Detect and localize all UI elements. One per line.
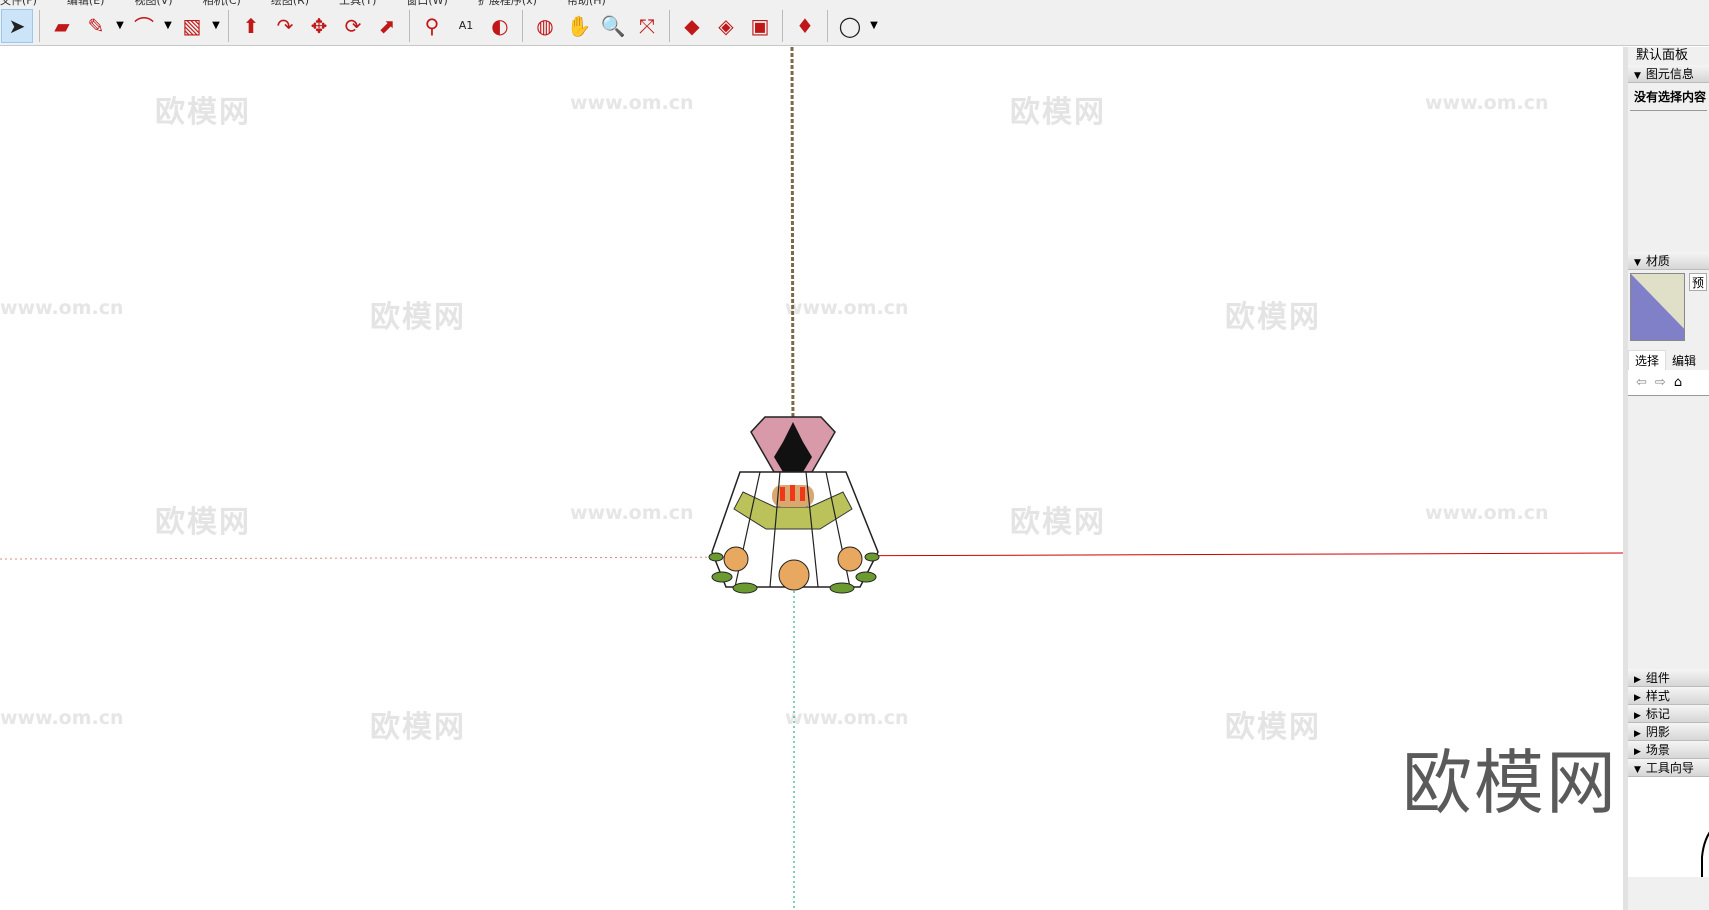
- profile-icon: ◯: [838, 13, 862, 38]
- move-icon: ✥: [310, 13, 328, 38]
- push-pull-tool-button[interactable]: ⬆: [235, 9, 267, 43]
- pan-icon: ✋: [566, 13, 592, 38]
- eraser-tool-button[interactable]: ▰: [46, 9, 78, 43]
- follow-me-tool-button[interactable]: ↷: [269, 9, 301, 43]
- forward-arrow-icon[interactable]: ⇨: [1655, 375, 1666, 390]
- 3d-warehouse-tool-button[interactable]: ◆: [676, 9, 708, 43]
- extension-warehouse-tool-button[interactable]: ◈: [710, 9, 742, 43]
- pencil-icon: ✎: [87, 13, 105, 38]
- instructor-header[interactable]: ▼ 工具向导: [1628, 759, 1709, 777]
- pencil-tool-button[interactable]: ✎: [80, 9, 112, 43]
- section-label: 样式: [1645, 689, 1670, 703]
- extension-warehouse-icon: ◈: [718, 13, 734, 38]
- tray-title: 默认面板: [1628, 47, 1709, 65]
- zoom-extents-tool-button[interactable]: ⤧: [631, 9, 663, 43]
- rotate-tool-button[interactable]: ⟳: [337, 9, 369, 43]
- collapsed-triangle-icon: ▶: [1634, 693, 1641, 703]
- collapsed-triangle-icon: ▶: [1634, 729, 1641, 739]
- entity-info-header[interactable]: ▼ 图元信息: [1628, 65, 1709, 83]
- section-label: 场景: [1645, 743, 1670, 757]
- toolbar-separator: [39, 9, 40, 42]
- paint-bucket-icon: ◐: [491, 13, 509, 38]
- section-label: 阴影: [1645, 725, 1670, 739]
- move-tool-button[interactable]: ✥: [303, 9, 335, 43]
- toolbar-separator: [782, 9, 783, 42]
- collapsed-triangle-icon: ▶: [1634, 675, 1641, 685]
- chevron-down-icon[interactable]: ▼: [113, 9, 127, 43]
- collapsed-triangle-icon: ▶: [1634, 747, 1641, 757]
- home-icon[interactable]: ⌂: [1674, 375, 1682, 390]
- materials-header[interactable]: ▼ 材质: [1628, 252, 1709, 270]
- eraser-icon: ▰: [54, 13, 70, 38]
- section-label: 图元信息: [1645, 67, 1694, 81]
- collapsed-section[interactable]: ▶ 标记: [1628, 705, 1709, 723]
- material-name-field[interactable]: 预: [1688, 273, 1707, 291]
- instructor-content: [1628, 777, 1709, 877]
- section-label: 工具向导: [1645, 761, 1694, 775]
- rectangle-icon: ▧: [182, 13, 202, 38]
- pan-tool-button[interactable]: ✋: [563, 9, 595, 43]
- pendant-lamp: [708, 416, 880, 594]
- collapsed-section[interactable]: ▶ 阴影: [1628, 723, 1709, 741]
- profile-tool-button[interactable]: ◯: [834, 9, 866, 43]
- section-label: 标记: [1645, 707, 1670, 721]
- arc-icon: ⌒: [134, 15, 154, 39]
- model-canvas: [0, 47, 1623, 910]
- collapsed-section[interactable]: ▶ 样式: [1628, 687, 1709, 705]
- entity-info-empty: 没有选择内容: [1630, 83, 1707, 111]
- text-tool-button[interactable]: A1: [450, 9, 482, 43]
- rotate-icon: ⟳: [344, 13, 362, 38]
- back-arrow-icon[interactable]: ⇦: [1636, 375, 1647, 390]
- collapsed-section[interactable]: ▶ 场景: [1628, 741, 1709, 759]
- big-watermark: 欧模网: [1402, 742, 1618, 824]
- zoom-tool-button[interactable]: 🔍: [597, 9, 629, 43]
- default-tray: 默认面板 ▼ 图元信息 没有选择内容 ▼ 材质 预 选择 编辑 ⇦ ⇨ ⌂ ▶ 组件 ▶ 样式…: [1623, 47, 1709, 910]
- toolbar-separator: [409, 9, 410, 42]
- main-toolbar: ➤ ▰ ✎ ▼ ⌒ ▼ ▧ ▼ ⬆ ↷ ✥ ⟳ ⬈ ⚲ A1 ◐ ◍ ✋ 🔍 ⤧ ◆ ◈ ▣ ♦ ◯ ▼: [0, 6, 1709, 46]
- chevron-down-icon[interactable]: ▼: [209, 9, 223, 43]
- section-label: 材质: [1645, 254, 1670, 268]
- red-axis-negative: [0, 556, 795, 560]
- toolbar-separator: [228, 9, 229, 42]
- tape-measure-icon: ⚲: [424, 13, 440, 38]
- section-label: 组件: [1645, 671, 1670, 685]
- send-to-layout-tool-button[interactable]: ▣: [744, 9, 776, 43]
- orbit-icon: ◍: [536, 13, 554, 38]
- toolbar-separator: [522, 9, 523, 42]
- material-preview[interactable]: [1630, 273, 1685, 341]
- send-to-layout-icon: ▣: [750, 13, 770, 38]
- scale-tool-button[interactable]: ⬈: [371, 9, 403, 43]
- expanded-triangle-icon: ▼: [1634, 258, 1641, 268]
- toolbar-separator: [827, 9, 828, 42]
- orbit-tool-button[interactable]: ◍: [529, 9, 561, 43]
- ruby-console-tool-button[interactable]: ♦: [789, 9, 821, 43]
- push-pull-icon: ⬆: [242, 13, 260, 38]
- scale-icon: ⬈: [378, 13, 396, 38]
- 3d-viewport[interactable]: 欧模网 www.om.cn 欧模网 www.om.cn www.om.cn 欧模网 www.…: [0, 47, 1623, 910]
- chevron-down-icon[interactable]: ▼: [867, 9, 881, 43]
- select-icon: ➤: [8, 13, 26, 38]
- chevron-down-icon[interactable]: ▼: [161, 9, 175, 43]
- red-axis: [793, 552, 1623, 557]
- collapsed-triangle-icon: ▶: [1634, 711, 1641, 721]
- instructor-illustration: [1701, 831, 1709, 877]
- tape-measure-tool-button[interactable]: ⚲: [416, 9, 448, 43]
- ruby-console-icon: ♦: [796, 13, 814, 38]
- expanded-triangle-icon: ▼: [1634, 765, 1641, 775]
- toolbar-separator: [669, 9, 670, 42]
- select-tool-button[interactable]: ➤: [1, 8, 33, 43]
- rectangle-tool-button[interactable]: ▧: [176, 9, 208, 43]
- tab-edit[interactable]: 编辑: [1666, 351, 1702, 370]
- follow-me-icon: ↷: [276, 13, 294, 38]
- lamp-cord: [790, 47, 795, 443]
- collapsed-section[interactable]: ▶ 组件: [1628, 669, 1709, 687]
- 3d-warehouse-icon: ◆: [684, 13, 700, 38]
- paint-bucket-tool-button[interactable]: ◐: [484, 9, 516, 43]
- zoom-extents-icon: ⤧: [639, 13, 655, 38]
- expanded-triangle-icon: ▼: [1634, 71, 1641, 81]
- zoom-icon: 🔍: [600, 13, 626, 38]
- tab-select[interactable]: 选择: [1628, 350, 1667, 370]
- arc-tool-button[interactable]: ⌒: [128, 9, 160, 43]
- text-icon: A1: [458, 19, 474, 32]
